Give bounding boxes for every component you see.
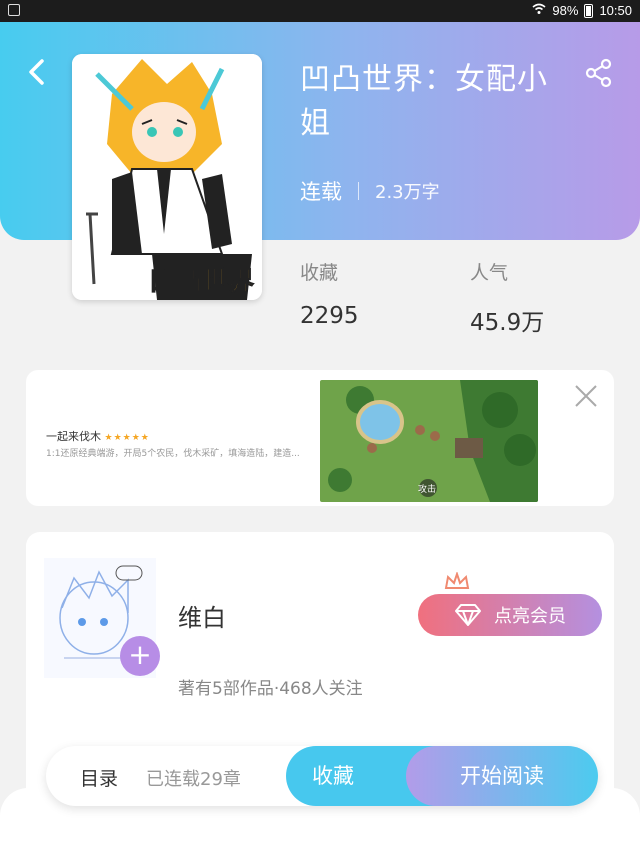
- favorites-stat: 收藏 2295: [300, 258, 359, 329]
- close-icon: [575, 385, 597, 407]
- word-count: 2.3万字: [375, 182, 440, 203]
- popularity-value: 45.9万: [470, 310, 545, 336]
- author-name: 维白: [178, 604, 226, 632]
- ad-title-text: 一起来伐木: [46, 430, 101, 443]
- bottom-action-bar: 目录 已连载29章 收藏 开始阅读: [46, 746, 598, 806]
- cover-title: 凹凸世界: [150, 267, 254, 297]
- author-works: 著有5部作品·468人关注: [178, 679, 363, 699]
- favorites-label: 收藏: [300, 262, 339, 284]
- ad-close-button[interactable]: [574, 384, 598, 408]
- favorites-value: 2295: [300, 303, 359, 329]
- share-button[interactable]: [584, 58, 614, 88]
- book-status: 连载: [300, 180, 342, 204]
- wifi-icon: [532, 3, 546, 18]
- ad-title: 一起来伐木 ★★★★★: [46, 428, 150, 444]
- diamond-icon: [455, 604, 481, 626]
- book-title: 凹凸世界：女配小姐: [300, 62, 548, 141]
- ad-rating-stars: ★★★★★: [104, 433, 150, 443]
- back-button[interactable]: [26, 58, 46, 86]
- crown-icon: [444, 570, 470, 592]
- vip-button[interactable]: 点亮会员: [418, 594, 602, 636]
- screenshot-icon: [8, 4, 20, 16]
- battery-level: 98%: [552, 3, 579, 18]
- cover-illustration: 凹凸世界: [72, 54, 262, 300]
- ad-banner[interactable]: 一起来伐木 ★★★★★ 1:1还原经典端游，开局5个农民，伐木采矿，填海造陆，建…: [26, 370, 614, 506]
- chapter-count: 已连载29章: [146, 769, 241, 790]
- vip-label: 点亮会员: [494, 606, 566, 627]
- popularity-stat: 人气 45.9万: [470, 258, 544, 337]
- toc-button[interactable]: 目录: [80, 764, 118, 791]
- status-bar: 98% 10:50: [0, 0, 640, 22]
- ad-image-label: 攻击: [418, 485, 437, 495]
- book-cover[interactable]: 凹凸世界: [72, 54, 262, 300]
- clock: 10:50: [599, 3, 632, 18]
- battery-icon: [584, 3, 594, 18]
- ad-description: 1:1还原经典端游，开局5个农民，伐木采矿，填海造陆，建造...: [46, 449, 300, 459]
- share-icon: [585, 58, 612, 88]
- follow-button[interactable]: +: [120, 636, 160, 676]
- ad-image[interactable]: 攻击: [320, 380, 538, 502]
- popularity-label: 人气: [470, 262, 509, 284]
- book-meta: 连载 2.3万字: [300, 176, 440, 206]
- divider: [358, 182, 359, 200]
- start-reading-button[interactable]: 开始阅读: [406, 746, 598, 806]
